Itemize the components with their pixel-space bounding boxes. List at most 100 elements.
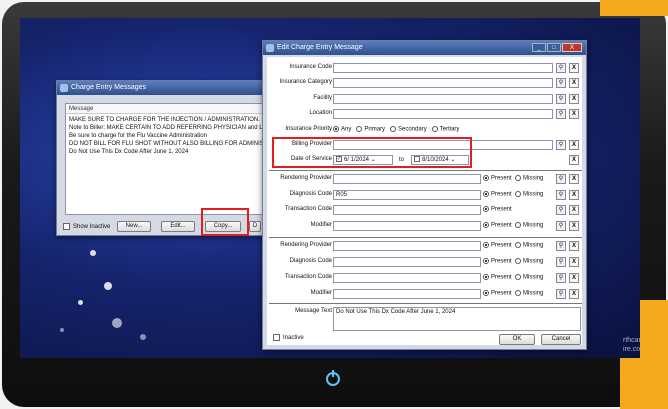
- insurance-code-input[interactable]: [333, 63, 553, 73]
- clear-x-icon[interactable]: X: [569, 109, 579, 119]
- clear-x-icon[interactable]: X: [569, 241, 579, 251]
- radio-tertiary[interactable]: [431, 126, 438, 132]
- clear-x-icon[interactable]: X: [569, 221, 579, 231]
- inactive-checkbox[interactable]: Inactive: [273, 334, 304, 341]
- modifier-input[interactable]: [333, 289, 481, 299]
- radio-missing[interactable]: [515, 242, 522, 248]
- search-icon[interactable]: ⚲: [556, 221, 566, 231]
- clear-x-icon[interactable]: X: [569, 205, 579, 215]
- search-icon[interactable]: ⚲: [556, 190, 566, 200]
- facility-input[interactable]: [333, 94, 553, 104]
- dialog-body: Insurance Code ⚲ X Insurance Category ⚲ …: [267, 57, 582, 345]
- radio-any[interactable]: [333, 126, 339, 132]
- clear-x-icon[interactable]: X: [569, 174, 579, 184]
- transaction-code-input[interactable]: [333, 273, 481, 283]
- divider: [269, 237, 582, 238]
- present-missing-radios[interactable]: Present Missing: [483, 274, 543, 281]
- clear-x-icon[interactable]: X: [569, 155, 579, 165]
- radio-present[interactable]: [483, 222, 489, 228]
- checkbox-label: Show Inactive: [73, 224, 111, 231]
- present-missing-radios[interactable]: Present: [483, 206, 512, 213]
- search-icon[interactable]: ⚲: [556, 273, 566, 283]
- radio-missing[interactable]: [515, 175, 522, 181]
- cancel-button[interactable]: Cancel: [541, 334, 581, 345]
- search-icon[interactable]: ⚲: [556, 109, 566, 119]
- radio-missing[interactable]: [515, 258, 522, 264]
- label: Rendering Provider: [280, 175, 332, 181]
- delete-button[interactable]: D: [249, 221, 261, 232]
- checkbox-box[interactable]: [63, 223, 70, 230]
- label: Diagnosis Code: [289, 191, 332, 197]
- rendering-provider-input[interactable]: [333, 174, 481, 184]
- row-transaction-code-2: Transaction Code Present Missing ⚲ X: [267, 272, 584, 284]
- radio-primary[interactable]: [356, 126, 363, 132]
- radio-missing[interactable]: [515, 191, 522, 197]
- search-icon[interactable]: ⚲: [556, 78, 566, 88]
- clear-x-icon[interactable]: X: [569, 273, 579, 283]
- clear-x-icon[interactable]: X: [569, 140, 579, 150]
- search-icon[interactable]: ⚲: [556, 63, 566, 73]
- search-icon[interactable]: ⚲: [556, 205, 566, 215]
- close-button[interactable]: X: [562, 43, 582, 52]
- radio-present[interactable]: [483, 175, 489, 181]
- clear-x-icon[interactable]: X: [569, 78, 579, 88]
- clear-x-icon[interactable]: X: [569, 63, 579, 73]
- label: Insurance Priority: [285, 126, 332, 132]
- radio-present[interactable]: [483, 258, 489, 264]
- rendering-provider-input[interactable]: [333, 241, 481, 251]
- modifier-input[interactable]: [333, 221, 481, 231]
- ok-button[interactable]: OK: [499, 334, 535, 345]
- present-missing-radios[interactable]: Present Missing: [483, 258, 543, 265]
- insurance-category-input[interactable]: [333, 78, 553, 88]
- divider: [269, 303, 582, 304]
- maximize-button[interactable]: □: [547, 43, 561, 52]
- label: Rendering Provider: [280, 242, 332, 248]
- present-missing-radios[interactable]: Present Missing: [483, 290, 543, 297]
- present-missing-radios[interactable]: Present Missing: [483, 191, 543, 198]
- priority-radio-group[interactable]: Any Primary Secondary Tertiary: [333, 126, 459, 133]
- clear-x-icon[interactable]: X: [569, 289, 579, 299]
- location-input[interactable]: [333, 109, 553, 119]
- row-location: Location ⚲ X: [267, 108, 584, 120]
- radio-missing[interactable]: [515, 274, 522, 280]
- checkbox-box[interactable]: [273, 334, 280, 341]
- radio-missing[interactable]: [515, 290, 522, 296]
- show-inactive-checkbox[interactable]: Show Inactive: [63, 223, 110, 230]
- search-icon[interactable]: ⚲: [556, 289, 566, 299]
- label: Modifier: [310, 222, 332, 228]
- edit-button[interactable]: Edit...: [161, 221, 195, 232]
- label: Location: [309, 110, 332, 116]
- search-icon[interactable]: ⚲: [556, 174, 566, 184]
- transaction-code-input[interactable]: [333, 205, 481, 215]
- radio-present[interactable]: [483, 191, 489, 197]
- diagnosis-code-input[interactable]: [333, 257, 481, 267]
- search-icon[interactable]: ⚲: [556, 257, 566, 267]
- label: Insurance Category: [279, 79, 332, 85]
- radio-present[interactable]: [483, 242, 489, 248]
- present-missing-radios[interactable]: Present Missing: [483, 175, 543, 182]
- radio-secondary[interactable]: [390, 126, 397, 132]
- checkbox-label: Inactive: [283, 335, 304, 342]
- power-icon[interactable]: [326, 370, 340, 386]
- search-icon[interactable]: ⚲: [556, 140, 566, 150]
- label: Insurance Code: [289, 64, 332, 70]
- row-rendering-provider-2: Rendering Provider Present Missing ⚲ X: [267, 240, 584, 252]
- search-icon[interactable]: ⚲: [556, 94, 566, 104]
- message-text-input[interactable]: Do Not Use This Dx Code After June 1, 20…: [333, 307, 581, 331]
- radio-present[interactable]: [483, 274, 489, 280]
- radio-present[interactable]: [483, 206, 489, 212]
- diagnosis-code-input[interactable]: R05: [333, 190, 481, 200]
- clear-x-icon[interactable]: X: [569, 94, 579, 104]
- present-missing-radios[interactable]: Present Missing: [483, 222, 543, 229]
- search-icon[interactable]: ⚲: [556, 241, 566, 251]
- row-facility: Facility ⚲ X: [267, 93, 584, 105]
- label: Modifier: [310, 290, 332, 296]
- minimize-button[interactable]: _: [532, 43, 546, 52]
- new-button[interactable]: New...: [117, 221, 151, 232]
- clear-x-icon[interactable]: X: [569, 190, 579, 200]
- radio-missing[interactable]: [515, 222, 522, 228]
- row-modifier: Modifier Present Missing ⚲ X: [267, 220, 584, 232]
- radio-present[interactable]: [483, 290, 489, 296]
- clear-x-icon[interactable]: X: [569, 257, 579, 267]
- present-missing-radios[interactable]: Present Missing: [483, 242, 543, 249]
